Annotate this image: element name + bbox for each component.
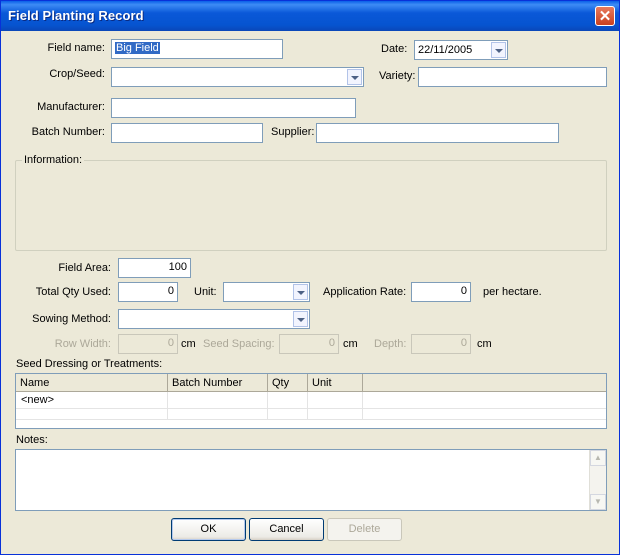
- seed-spacing-input[interactable]: 0: [279, 334, 339, 354]
- column-header-batch-number[interactable]: Batch Number: [168, 374, 268, 391]
- dialog-window: Field Planting Record ✕ Field name: Big …: [0, 0, 620, 555]
- notes-textarea[interactable]: ▲ ▼: [15, 449, 607, 511]
- date-picker[interactable]: 22/11/2005: [414, 40, 508, 60]
- application-rate-label: Application Rate:: [323, 286, 407, 298]
- table-row: [16, 409, 606, 420]
- notes-label: Notes:: [16, 434, 48, 446]
- window-title: Field Planting Record: [8, 8, 144, 23]
- ok-button[interactable]: OK: [171, 518, 246, 541]
- crop-seed-select[interactable]: [111, 67, 364, 87]
- supplier-input[interactable]: [316, 123, 559, 143]
- chevron-down-icon[interactable]: [293, 311, 308, 327]
- scroll-down-icon[interactable]: ▼: [590, 494, 606, 510]
- treatments-grid[interactable]: Name Batch Number Qty Unit <new>: [15, 373, 607, 429]
- field-name-input[interactable]: Big Field: [111, 39, 283, 59]
- depth-label: Depth:: [374, 338, 407, 350]
- variety-input[interactable]: [418, 67, 607, 87]
- total-qty-label: Total Qty Used:: [35, 286, 111, 298]
- date-value: 22/11/2005: [418, 44, 473, 56]
- row-width-input[interactable]: 0: [118, 334, 178, 354]
- notes-scrollbar[interactable]: ▲ ▼: [589, 450, 606, 510]
- table-cell-name[interactable]: <new>: [16, 392, 168, 408]
- field-area-label: Field Area:: [58, 262, 111, 274]
- field-area-input[interactable]: 100: [118, 258, 191, 278]
- title-bar[interactable]: Field Planting Record ✕: [1, 1, 619, 31]
- application-rate-input[interactable]: 0: [411, 282, 471, 302]
- crop-seed-label: Crop/Seed:: [49, 68, 105, 80]
- unit-select[interactable]: [223, 282, 310, 302]
- treatments-label: Seed Dressing or Treatments:: [16, 358, 163, 370]
- delete-button[interactable]: Delete: [327, 518, 402, 541]
- field-name-value: Big Field: [115, 42, 160, 54]
- manufacturer-input[interactable]: [111, 98, 356, 118]
- table-cell: [16, 409, 168, 419]
- column-header-name[interactable]: Name: [16, 374, 168, 391]
- column-header-qty[interactable]: Qty: [268, 374, 308, 391]
- manufacturer-label: Manufacturer:: [37, 101, 105, 113]
- table-cell-batch-number[interactable]: [168, 392, 268, 408]
- unit-label: Unit:: [194, 286, 217, 298]
- batch-number-input[interactable]: [111, 123, 263, 143]
- table-cell: [268, 409, 308, 419]
- close-icon[interactable]: ✕: [595, 6, 615, 26]
- chevron-down-icon[interactable]: [347, 69, 362, 85]
- cancel-button[interactable]: Cancel: [249, 518, 324, 541]
- table-cell: [168, 409, 268, 419]
- seed-spacing-unit: cm: [343, 338, 358, 350]
- sowing-method-select[interactable]: [118, 309, 310, 329]
- table-row[interactable]: <new>: [16, 392, 606, 409]
- table-cell-unit[interactable]: [308, 392, 363, 408]
- depth-input[interactable]: 0: [411, 334, 471, 354]
- row-width-label: Row Width:: [54, 338, 111, 350]
- chevron-down-icon[interactable]: [491, 42, 506, 58]
- depth-unit: cm: [477, 338, 492, 350]
- chevron-down-icon[interactable]: [293, 284, 308, 300]
- supplier-label: Supplier:: [271, 126, 315, 138]
- information-group[interactable]: Information:: [15, 154, 607, 251]
- table-cell: [308, 409, 363, 419]
- table-cell-qty[interactable]: [268, 392, 308, 408]
- information-label: Information:: [22, 154, 85, 166]
- date-label: Date:: [381, 43, 408, 55]
- seed-spacing-label: Seed Spacing:: [203, 338, 275, 350]
- variety-label: Variety:: [379, 70, 416, 82]
- batch-number-label: Batch Number:: [31, 126, 105, 138]
- grid-header: Name Batch Number Qty Unit: [16, 374, 606, 392]
- scroll-up-icon[interactable]: ▲: [590, 450, 606, 466]
- sowing-method-label: Sowing Method:: [32, 313, 111, 325]
- row-width-unit: cm: [181, 338, 196, 350]
- column-header-unit[interactable]: Unit: [308, 374, 363, 391]
- total-qty-input[interactable]: 0: [118, 282, 178, 302]
- field-name-label: Field name:: [47, 42, 105, 54]
- per-hectare-label: per hectare.: [483, 286, 542, 298]
